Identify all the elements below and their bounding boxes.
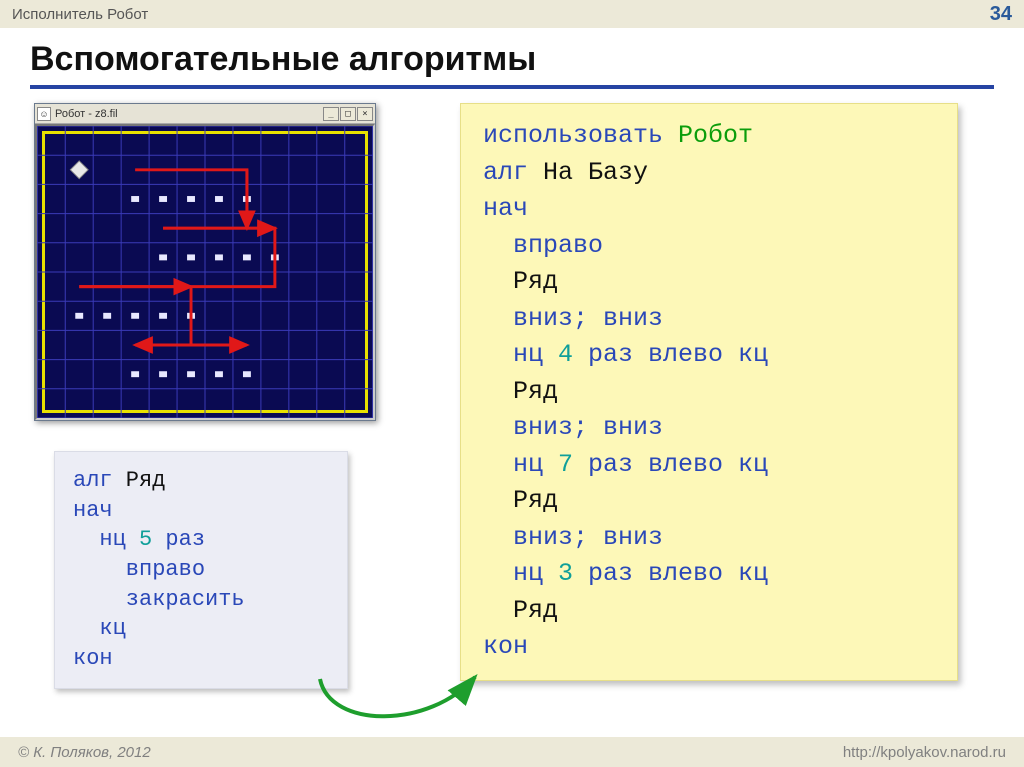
content-area: ☺ Робот - z8.fil _ □ × алг Ряднач нц 5 р… [0,89,1024,749]
robot-svg [37,126,373,418]
code-line: кон [483,629,935,666]
code-line: нц 4 раз влево кц [483,337,935,374]
maximize-button[interactable]: □ [340,107,356,121]
painted-cell [159,254,167,260]
code-line: нач [73,496,329,526]
painted-cell [131,196,139,202]
robot-marker [70,161,88,179]
minimize-button[interactable]: _ [323,107,339,121]
code-line: кц [73,614,329,644]
code-line: Ряд [483,264,935,301]
copyright: © К. Поляков, 2012 [18,744,151,761]
close-button[interactable]: × [357,107,373,121]
painted-cell [243,371,251,377]
robot-titlebar: ☺ Робот - z8.fil _ □ × [35,104,375,124]
code-line: нц 3 раз влево кц [483,556,935,593]
footer: © К. Поляков, 2012 http://kpolyakov.naro… [0,737,1024,767]
code-line: алг Ряд [73,466,329,496]
robot-app-icon: ☺ [37,107,51,121]
page-number: 34 [990,3,1012,26]
main-algorithm-code: использовать Роботалг На Базунач вправо … [460,103,958,681]
code-line: алг На Базу [483,155,935,192]
connector-arrow [310,619,500,739]
painted-cell [187,254,195,260]
code-line: вниз; вниз [483,410,935,447]
code-line: Ряд [483,374,935,411]
code-line: использовать Робот [483,118,935,155]
code-line: вправо [73,555,329,585]
painted-cell [159,313,167,319]
code-line: вправо [483,228,935,265]
robot-window: ☺ Робот - z8.fil _ □ × [34,103,376,421]
painted-cell [215,371,223,377]
code-line: кон [73,644,329,674]
painted-cell [159,196,167,202]
painted-cell [187,371,195,377]
painted-cell [243,254,251,260]
painted-cell [215,196,223,202]
footer-url: http://kpolyakov.narod.ru [843,744,1006,761]
code-line: Ряд [483,593,935,630]
code-line: Ряд [483,483,935,520]
painted-cell [131,371,139,377]
robot-window-title: Робот - z8.fil [55,108,118,120]
painted-cell [131,313,139,319]
breadcrumb: Исполнитель Робот [12,6,148,23]
header-bar: Исполнитель Робот 34 [0,0,1024,28]
page-title: Вспомогательные алгоритмы [0,28,1024,85]
code-line: нач [483,191,935,228]
painted-cell [159,371,167,377]
code-line: нц 7 раз влево кц [483,447,935,484]
robot-canvas [35,124,375,420]
painted-cell [103,313,111,319]
sub-algorithm-code: алг Ряднач нц 5 раз вправо закрасить кцк… [54,451,348,689]
painted-cell [215,254,223,260]
code-line: нц 5 раз [73,525,329,555]
painted-cell [187,196,195,202]
code-line: закрасить [73,585,329,615]
painted-cell [75,313,83,319]
code-line: вниз; вниз [483,520,935,557]
code-line: вниз; вниз [483,301,935,338]
